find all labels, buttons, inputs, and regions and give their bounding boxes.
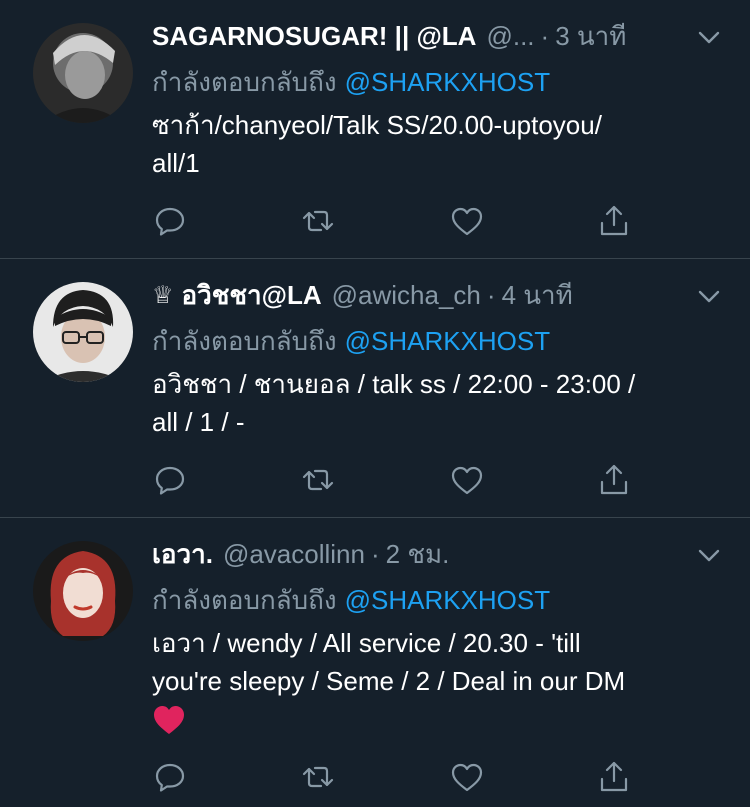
avatar-image (33, 23, 133, 123)
share-icon[interactable] (596, 203, 632, 239)
reply-prefix: กำลังตอบกลับถึง (152, 326, 337, 356)
retweet-icon[interactable] (300, 462, 336, 498)
tweet-text-line: all / 1 / - (152, 407, 245, 437)
timestamp[interactable]: 4 นาที (502, 275, 573, 316)
tweet-header: เอวา. @avacollinn · 2 ชม. (152, 535, 449, 573)
tweet[interactable]: เอวา. @avacollinn · 2 ชม. กำลังตอบกลับถึ… (0, 518, 750, 807)
tweet-header: SAGARNOSUGAR! || @LA @... · 3 นาที (152, 17, 626, 55)
display-name[interactable]: อวิชชา@LA (182, 275, 322, 316)
like-icon[interactable] (449, 462, 485, 498)
tweet[interactable]: ♕ อวิชชา@LA @awicha_ch · 4 นาที กำลังตอบ… (0, 259, 750, 517)
avatar[interactable] (33, 23, 133, 123)
reply-context: กำลังตอบกลับถึง @SHARKXHOST (152, 580, 550, 621)
timestamp[interactable]: 3 นาที (555, 16, 626, 57)
user-handle[interactable]: @awicha_ch (332, 280, 481, 311)
timestamp[interactable]: 2 ชม. (386, 534, 450, 575)
retweet-icon[interactable] (300, 759, 336, 795)
tweet[interactable]: SAGARNOSUGAR! || @LA @... · 3 นาที กำลัง… (0, 0, 750, 258)
chevron-down-icon[interactable] (694, 540, 724, 570)
reply-context: กำลังตอบกลับถึง @SHARKXHOST (152, 321, 550, 362)
reply-mention-link[interactable]: @SHARKXHOST (345, 326, 551, 356)
tweet-text-line: you're sleepy / Seme / 2 / Deal in our D… (152, 666, 626, 696)
chevron-down-icon[interactable] (694, 22, 724, 52)
chevron-down-icon[interactable] (694, 281, 724, 311)
avatar[interactable] (33, 541, 133, 641)
separator: · (540, 20, 550, 51)
tweet-header: ♕ อวิชชา@LA @awicha_ch · 4 นาที (152, 276, 573, 314)
avatar[interactable] (33, 282, 133, 382)
tweet-actions (152, 462, 632, 498)
reply-icon[interactable] (152, 759, 188, 795)
tweet-text-line: ซาก้า/chanyeol/Talk SS/20.00-uptoyou/ (152, 110, 602, 140)
share-icon[interactable] (596, 759, 632, 795)
tweet-text: อวิชชา / ชานยอล / talk ss / 22:00 - 23:0… (152, 365, 727, 441)
tweet-text-line: เอวา / wendy / All service / 20.30 - 'ti… (152, 628, 581, 658)
display-name[interactable]: SAGARNOSUGAR! || @LA (152, 21, 476, 52)
tweet-text: เอวา / wendy / All service / 20.30 - 'ti… (152, 624, 727, 746)
like-icon[interactable] (449, 203, 485, 239)
crown-symbol: ♕ (152, 281, 174, 309)
tweet-text: ซาก้า/chanyeol/Talk SS/20.00-uptoyou/ al… (152, 106, 727, 182)
separator: · (370, 538, 380, 569)
reply-prefix: กำลังตอบกลับถึง (152, 67, 337, 97)
display-name[interactable]: เอวา. (152, 534, 213, 575)
reply-icon[interactable] (152, 203, 188, 239)
reply-context: กำลังตอบกลับถึง @SHARKXHOST (152, 62, 550, 103)
user-handle[interactable]: @... (486, 21, 534, 52)
reply-mention-link[interactable]: @SHARKXHOST (345, 67, 551, 97)
avatar-image (33, 541, 133, 641)
separator: · (486, 279, 496, 310)
tweet-actions (152, 759, 632, 795)
heart-emoji (152, 704, 186, 746)
retweet-icon[interactable] (300, 203, 336, 239)
reply-mention-link[interactable]: @SHARKXHOST (345, 585, 551, 615)
user-handle[interactable]: @avacollinn (223, 539, 365, 570)
reply-icon[interactable] (152, 462, 188, 498)
tweet-text-line: อวิชชา / ชานยอล / talk ss / 22:00 - 23:0… (152, 369, 636, 399)
like-icon[interactable] (449, 759, 485, 795)
share-icon[interactable] (596, 462, 632, 498)
reply-prefix: กำลังตอบกลับถึง (152, 585, 337, 615)
tweet-actions (152, 203, 632, 239)
tweet-text-line: all/1 (152, 148, 200, 178)
avatar-image (33, 282, 133, 382)
